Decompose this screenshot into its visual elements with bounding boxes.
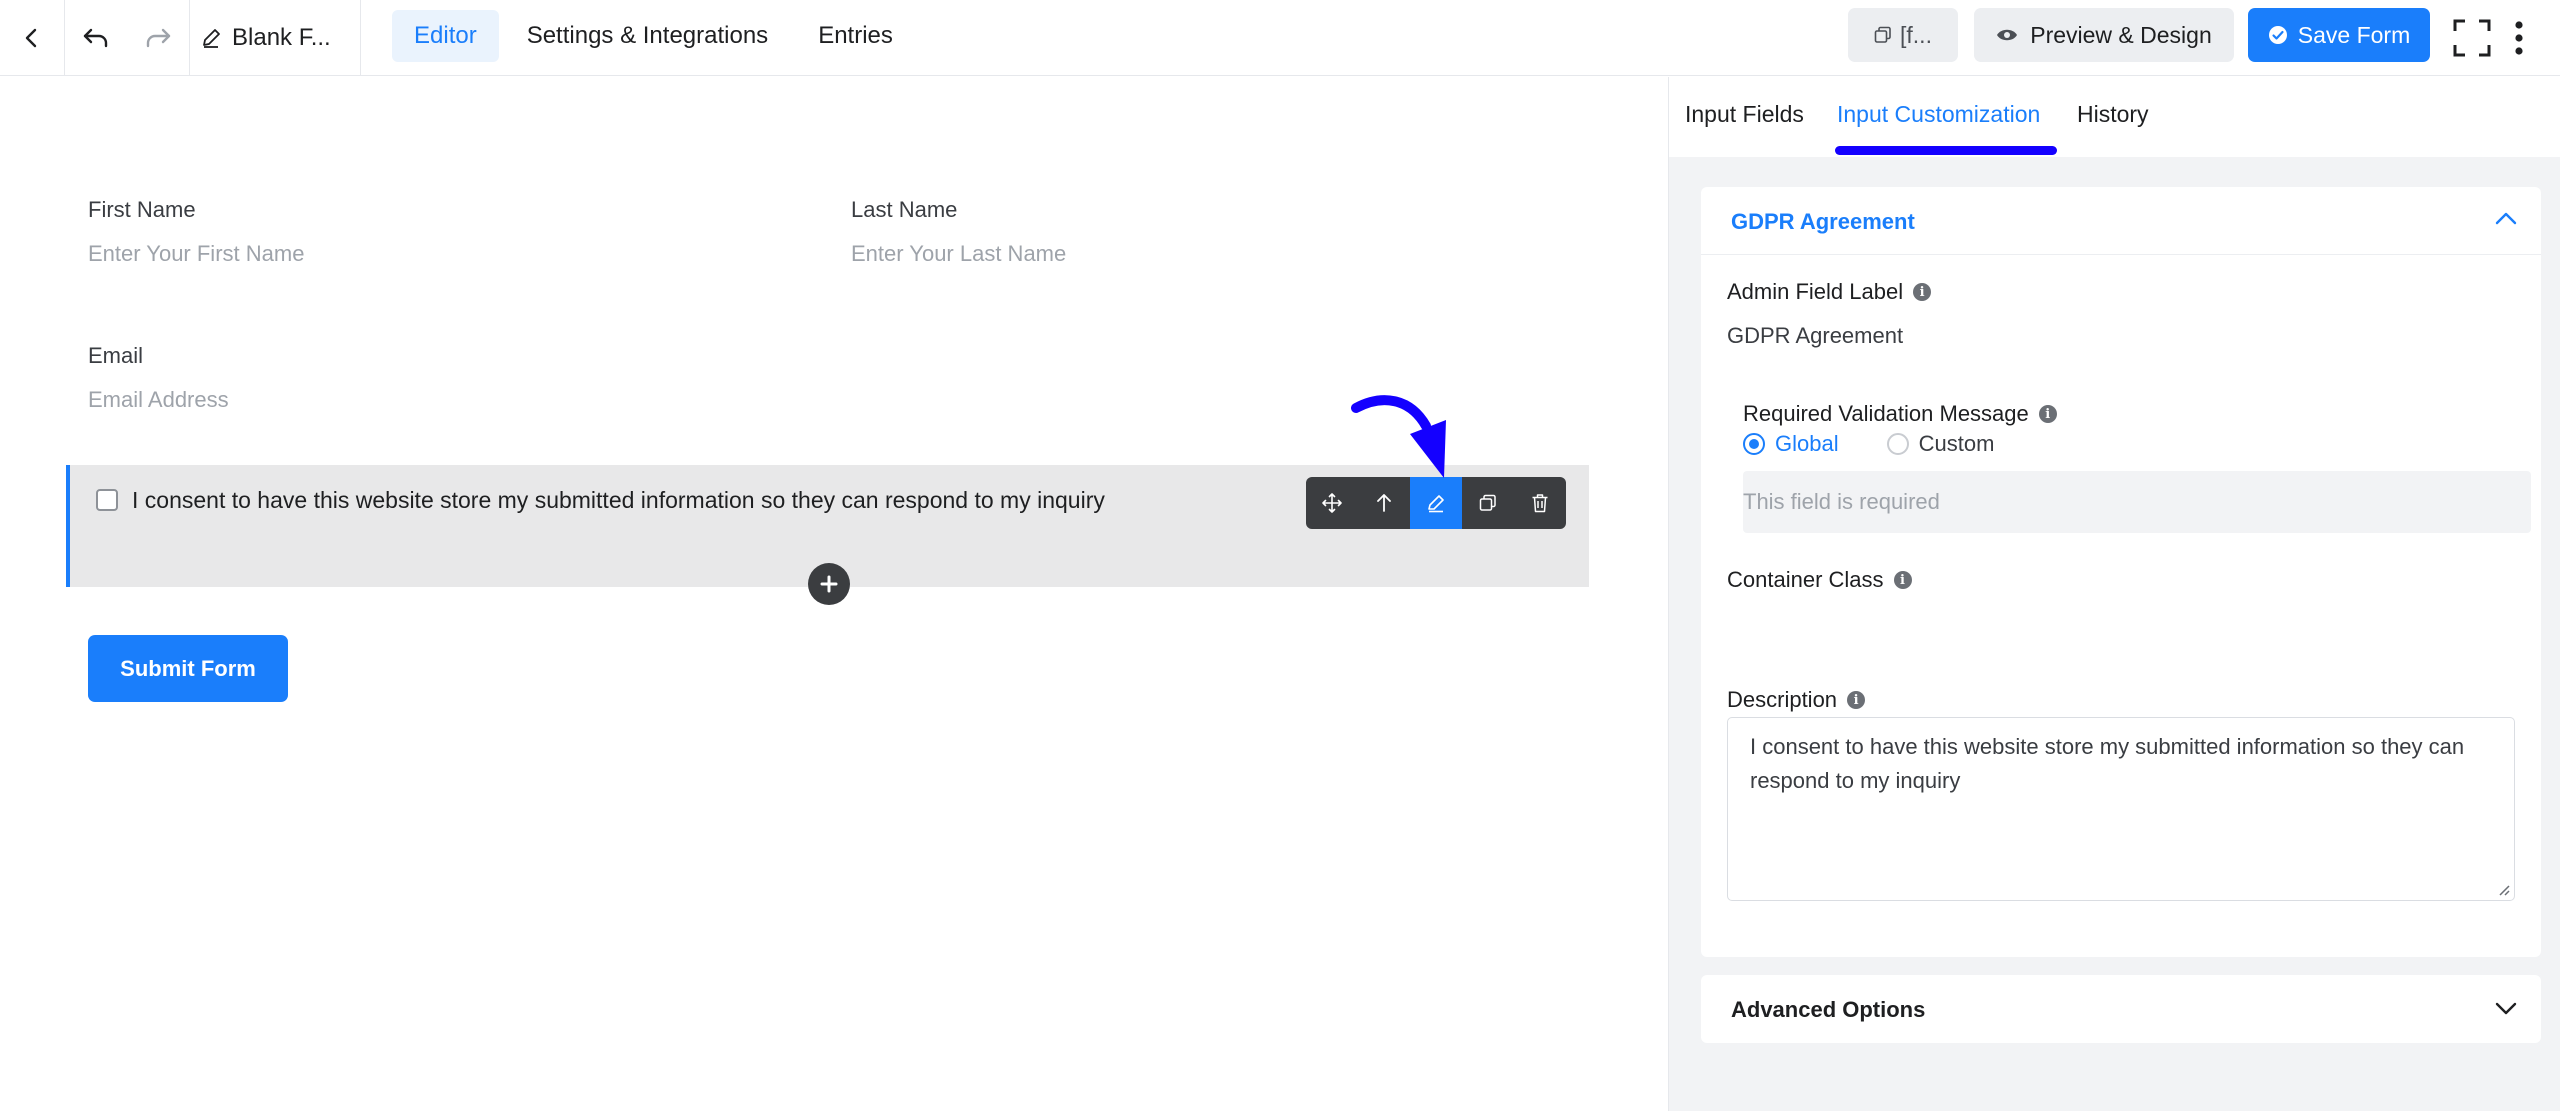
save-label: Save Form: [2297, 21, 2411, 48]
radio-global-label: Global: [1775, 431, 1839, 456]
annotation-arrow-icon: [1351, 395, 1446, 478]
description-text: Description: [1727, 687, 1838, 712]
preview-design-button[interactable]: Preview & Design: [1974, 8, 2234, 62]
check-circle-icon: [2268, 26, 2287, 44]
validation-radio-group: Global Custom: [1743, 431, 1994, 457]
resize-handle-icon[interactable]: [2496, 882, 2510, 896]
email-label: Email: [88, 343, 144, 368]
gdpr-settings-card: GDPR Agreement Admin Field Label i GDPR …: [1701, 187, 2541, 957]
tab-editor[interactable]: Editor: [392, 10, 499, 62]
radio-custom[interactable]: [1886, 433, 1909, 455]
fullscreen-icon[interactable]: [2448, 0, 2496, 76]
container-class-text: Container Class: [1727, 567, 1884, 592]
validation-message-input[interactable]: This field is required: [1743, 471, 2531, 533]
tab-history[interactable]: History: [2077, 101, 2149, 128]
tab-input-fields[interactable]: Input Fields: [1685, 101, 1804, 128]
top-nav: Editor Settings & Integrations Entries: [392, 10, 915, 66]
description-value: I consent to have this website store my …: [1750, 734, 2465, 793]
info-icon: i: [1847, 691, 1866, 709]
eye-icon: [1997, 29, 2018, 41]
chevron-down-icon: [2495, 1002, 2517, 1015]
back-chevron-icon[interactable]: [0, 0, 64, 76]
pencil-icon: [203, 29, 220, 48]
submit-form-button[interactable]: Submit Form: [88, 635, 288, 702]
tab-input-customization[interactable]: Input Customization: [1837, 101, 2040, 128]
save-form-button[interactable]: Save Form: [2248, 8, 2430, 62]
top-bar: Blank F... Editor Settings & Integration…: [0, 0, 2560, 76]
gdpr-consent-text: I consent to have this website store my …: [132, 487, 1105, 513]
advanced-options-title: Advanced Options: [1731, 997, 1926, 1022]
trash-icon[interactable]: [1514, 477, 1566, 529]
gdpr-checkbox[interactable]: [96, 489, 118, 511]
validation-placeholder: This field is required: [1743, 489, 1940, 514]
validation-message-title: Required Validation Message i: [1743, 401, 2057, 427]
info-icon: i: [1893, 571, 1912, 589]
undo-icon[interactable]: [65, 0, 127, 76]
info-icon: i: [1913, 283, 1932, 301]
admin-field-label-input[interactable]: GDPR Agreement: [1727, 323, 1903, 349]
tab-highlight-underline: [1835, 146, 2057, 155]
email-input[interactable]: Email Address: [88, 387, 229, 413]
last-name-label: Last Name: [851, 197, 958, 222]
last-name-input[interactable]: Enter Your Last Name: [851, 241, 1066, 267]
preview-label: Preview & Design: [2030, 21, 2212, 48]
more-vertical-icon[interactable]: [2502, 0, 2536, 76]
description-title: Description i: [1727, 687, 1866, 713]
tab-settings-integrations[interactable]: Settings & Integrations: [505, 10, 790, 62]
info-icon: i: [2038, 405, 2057, 423]
field-toolbar: [1306, 477, 1566, 529]
move-icon[interactable]: [1306, 477, 1358, 529]
panel-tabs: Input Fields Input Customization History: [1669, 77, 2560, 157]
arrow-up-icon[interactable]: [1358, 477, 1410, 529]
first-name-input[interactable]: Enter Your First Name: [88, 241, 304, 267]
radio-global[interactable]: [1743, 433, 1765, 455]
admin-field-label-text: Admin Field Label: [1727, 279, 1904, 304]
form-name[interactable]: Blank F...: [200, 0, 331, 76]
radio-custom-label: Custom: [1918, 431, 1995, 456]
form-name-label: Blank F...: [232, 24, 331, 51]
shortcode-button[interactable]: [f...: [1848, 8, 1958, 62]
add-field-plus-icon[interactable]: [808, 563, 850, 605]
first-name-label: First Name: [88, 197, 196, 222]
tab-entries[interactable]: Entries: [796, 10, 915, 62]
section-title: GDPR Agreement: [1731, 209, 1915, 234]
advanced-options-section[interactable]: Advanced Options: [1701, 975, 2541, 1043]
admin-field-label-title: Admin Field Label i: [1727, 279, 1932, 305]
redo-icon[interactable]: [127, 0, 189, 76]
description-textarea[interactable]: I consent to have this website store my …: [1727, 717, 2515, 901]
copy-icon: [1874, 26, 1891, 43]
gdpr-section-header[interactable]: GDPR Agreement: [1701, 187, 2541, 255]
chevron-up-icon: [2495, 212, 2517, 225]
edit-pencil-icon[interactable]: [1410, 477, 1462, 529]
validation-message-text: Required Validation Message: [1743, 401, 2029, 426]
duplicate-icon[interactable]: [1462, 477, 1514, 529]
settings-panel: Input Fields Input Customization History…: [1668, 77, 2560, 1111]
container-class-title: Container Class i: [1727, 567, 1912, 593]
shortcode-label: [f...: [1900, 21, 1932, 48]
